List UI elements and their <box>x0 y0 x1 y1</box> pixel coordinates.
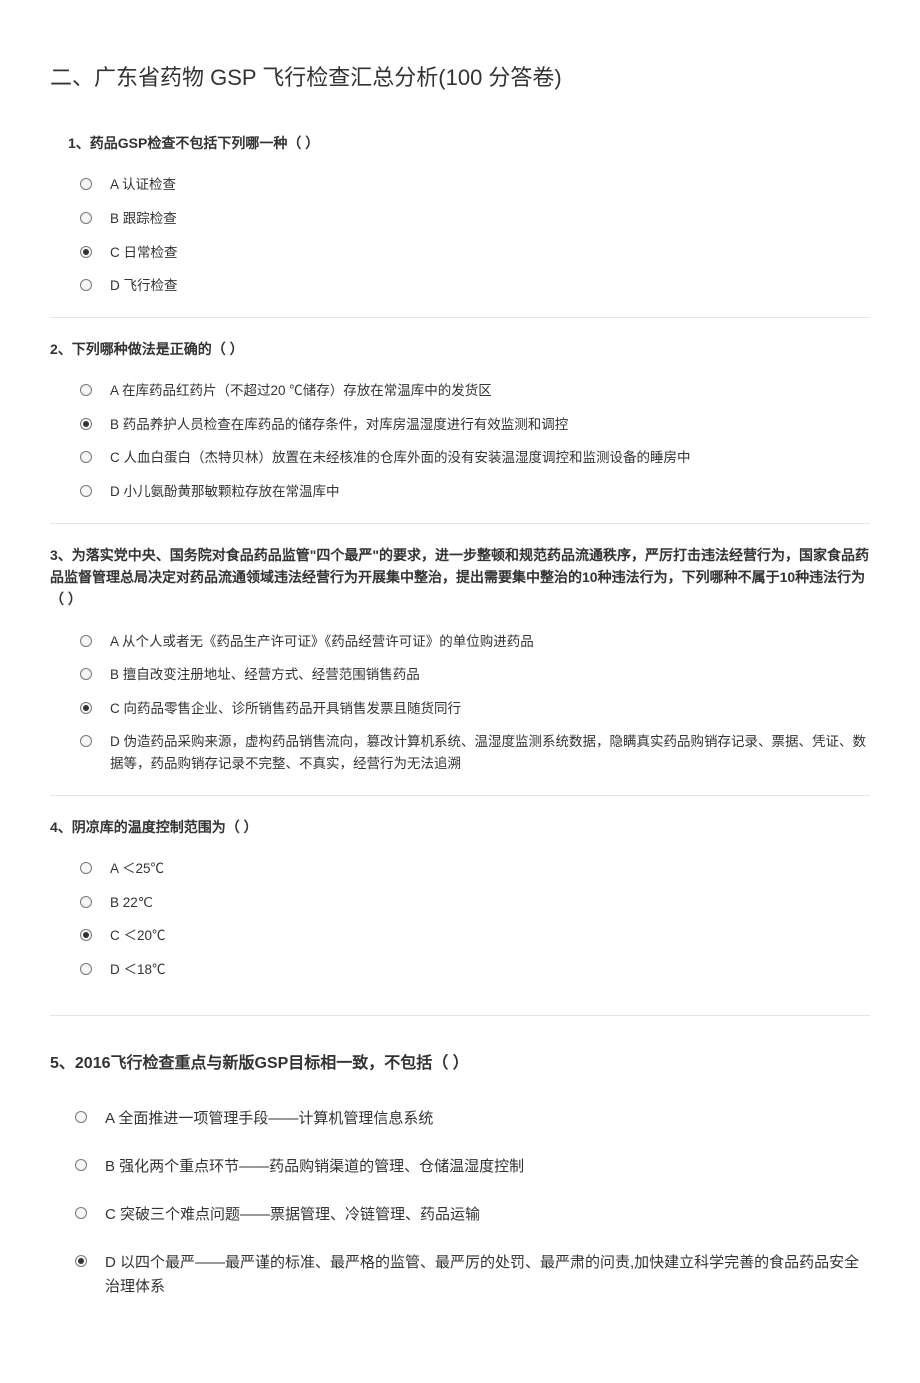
option-item[interactable]: D 以四个最严――最严谨的标准、最严格的监管、最严厉的处罚、最严肃的问责,加快建… <box>75 1251 870 1299</box>
radio-button[interactable] <box>80 451 92 463</box>
option-text: B 22℃ <box>110 892 870 914</box>
option-item[interactable]: A 全面推进一项管理手段――计算机管理信息系统 <box>75 1107 870 1131</box>
option-item[interactable]: B 跟踪检查 <box>80 208 870 230</box>
option-item[interactable]: B 药品养护人员检查在库药品的储存条件，对库房温湿度进行有效监测和调控 <box>80 414 870 436</box>
radio-button[interactable] <box>80 279 92 291</box>
option-item[interactable]: D ＜18℃ <box>80 959 870 981</box>
option-text: A 在库药品红药片（不超过20 ℃储存）存放在常温库中的发货区 <box>110 380 870 402</box>
options-list: A 认证检查 B 跟踪检查 C 日常检查 D 飞行检查 <box>80 174 870 296</box>
option-text: B 药品养护人员检查在库药品的储存条件，对库房温湿度进行有效监测和调控 <box>110 414 870 436</box>
option-item[interactable]: B 强化两个重点环节――药品购销渠道的管理、仓储温湿度控制 <box>75 1155 870 1179</box>
option-text: B 跟踪检查 <box>110 208 870 230</box>
radio-button[interactable] <box>75 1207 87 1219</box>
radio-button[interactable] <box>80 702 92 714</box>
radio-button[interactable] <box>80 929 92 941</box>
option-item[interactable]: C ＜20℃ <box>80 925 870 947</box>
radio-button[interactable] <box>80 212 92 224</box>
option-text: B 强化两个重点环节――药品购销渠道的管理、仓储温湿度控制 <box>105 1155 870 1179</box>
option-text: A 全面推进一项管理手段――计算机管理信息系统 <box>105 1107 870 1131</box>
radio-button[interactable] <box>80 246 92 258</box>
option-item[interactable]: A 认证检查 <box>80 174 870 196</box>
radio-button[interactable] <box>80 862 92 874</box>
options-list: A 在库药品红药片（不超过20 ℃储存）存放在常温库中的发货区 B 药品养护人员检… <box>80 380 870 502</box>
option-text: C ＜20℃ <box>110 925 870 947</box>
question-title: 3、为落实党中央、国务院对食品药品监管"四个最严"的要求，进一步整顿和规范药品流… <box>50 544 870 611</box>
option-item[interactable]: D 飞行检查 <box>80 275 870 297</box>
question-block: 1、药品GSP检查不包括下列哪一种（ ） A 认证检查 B 跟踪检查 C 日常检查 D … <box>50 132 870 318</box>
radio-button[interactable] <box>80 418 92 430</box>
options-list: A 从个人或者无《药品生产许可证》《药品经营许可证》的单位购进药品 B 擅自改变注… <box>80 631 870 775</box>
radio-button[interactable] <box>80 635 92 647</box>
radio-button[interactable] <box>80 485 92 497</box>
question-title: 4、阴凉库的温度控制范围为（ ） <box>50 816 870 838</box>
question-block: 3、为落实党中央、国务院对食品药品监管"四个最严"的要求，进一步整顿和规范药品流… <box>50 544 870 796</box>
question-title: 2、下列哪种做法是正确的（ ） <box>50 338 870 360</box>
option-text: D 飞行检查 <box>110 275 870 297</box>
radio-button[interactable] <box>75 1111 87 1123</box>
option-text: D 以四个最严――最严谨的标准、最严格的监管、最严厉的处罚、最严肃的问责,加快建… <box>105 1251 870 1299</box>
radio-button[interactable] <box>80 668 92 680</box>
question-block: 2、下列哪种做法是正确的（ ） A 在库药品红药片（不超过20 ℃储存）存放在常温… <box>50 338 870 524</box>
option-text: D ＜18℃ <box>110 959 870 981</box>
question-title: 5、2016飞行检查重点与新版GSP目标相一致，不包括（ ） <box>50 1051 870 1077</box>
option-text: A ＜25℃ <box>110 858 870 880</box>
option-item[interactable]: C 突破三个难点问题――票据管理、冷链管理、药品运输 <box>75 1203 870 1227</box>
radio-button[interactable] <box>75 1159 87 1171</box>
option-item[interactable]: A 从个人或者无《药品生产许可证》《药品经营许可证》的单位购进药品 <box>80 631 870 653</box>
radio-button[interactable] <box>80 735 92 747</box>
option-text: C 向药品零售企业、诊所销售药品开具销售发票且随货同行 <box>110 698 870 720</box>
options-list: A 全面推进一项管理手段――计算机管理信息系统 B 强化两个重点环节――药品购销渠… <box>75 1107 870 1299</box>
question-block: 4、阴凉库的温度控制范围为（ ） A ＜25℃ B 22℃ C ＜20℃ D ＜18℃ <box>50 816 870 1017</box>
radio-button[interactable] <box>80 963 92 975</box>
option-text: C 人血白蛋白（杰特贝林）放置在未经核准的仓库外面的没有安装温湿度调控和监测设备… <box>110 447 870 469</box>
option-item[interactable]: C 向药品零售企业、诊所销售药品开具销售发票且随货同行 <box>80 698 870 720</box>
option-item[interactable]: B 22℃ <box>80 892 870 914</box>
option-item[interactable]: D 小儿氨酚黄那敏颗粒存放在常温库中 <box>80 481 870 503</box>
option-text: C 日常检查 <box>110 242 870 264</box>
question-title: 1、药品GSP检查不包括下列哪一种（ ） <box>68 132 870 154</box>
option-item[interactable]: B 擅自改变注册地址、经营方式、经营范围销售药品 <box>80 664 870 686</box>
option-item[interactable]: D 伪造药品采购来源，虚构药品销售流向，篡改计算机系统、温湿度监测系统数据，隐瞒… <box>80 731 870 774</box>
option-item[interactable]: A 在库药品红药片（不超过20 ℃储存）存放在常温库中的发货区 <box>80 380 870 402</box>
option-text: A 认证检查 <box>110 174 870 196</box>
page-title: 二、广东省药物 GSP 飞行检查汇总分析(100 分答卷) <box>50 60 870 92</box>
radio-button[interactable] <box>80 178 92 190</box>
option-item[interactable]: C 日常检查 <box>80 242 870 264</box>
option-text: D 小儿氨酚黄那敏颗粒存放在常温库中 <box>110 481 870 503</box>
radio-button[interactable] <box>75 1255 87 1267</box>
questions-container: 1、药品GSP检查不包括下列哪一种（ ） A 认证检查 B 跟踪检查 C 日常检查 D … <box>50 132 870 1299</box>
option-text: C 突破三个难点问题――票据管理、冷链管理、药品运输 <box>105 1203 870 1227</box>
option-text: A 从个人或者无《药品生产许可证》《药品经营许可证》的单位购进药品 <box>110 631 870 653</box>
option-item[interactable]: A ＜25℃ <box>80 858 870 880</box>
option-item[interactable]: C 人血白蛋白（杰特贝林）放置在未经核准的仓库外面的没有安装温湿度调控和监测设备… <box>80 447 870 469</box>
radio-button[interactable] <box>80 896 92 908</box>
radio-button[interactable] <box>80 384 92 396</box>
options-list: A ＜25℃ B 22℃ C ＜20℃ D ＜18℃ <box>80 858 870 980</box>
option-text: B 擅自改变注册地址、经营方式、经营范围销售药品 <box>110 664 870 686</box>
question-block: 5、2016飞行检查重点与新版GSP目标相一致，不包括（ ） A 全面推进一项管理… <box>50 1051 870 1299</box>
option-text: D 伪造药品采购来源，虚构药品销售流向，篡改计算机系统、温湿度监测系统数据，隐瞒… <box>110 731 870 774</box>
